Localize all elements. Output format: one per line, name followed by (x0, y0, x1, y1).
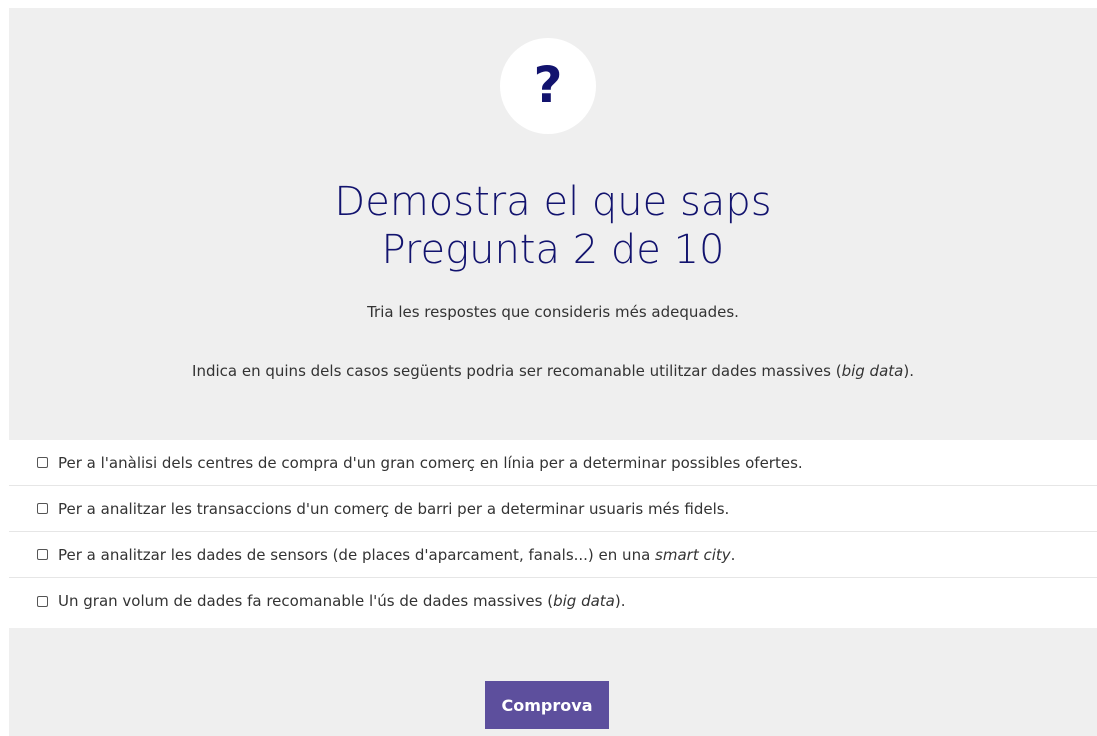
question-text-suffix: ). (903, 362, 914, 380)
answer-label-3: Per a analitzar les dades de sensors (de… (58, 546, 735, 564)
answer-label-1-text: Per a l'anàlisi dels centres de compra d… (58, 453, 803, 472)
answer-checkbox-3[interactable] (37, 549, 48, 560)
answer-label-3-text: Per a analitzar les dades de sensors (de… (58, 545, 656, 564)
instruction-text: Tria les respostes que consideris més ad… (367, 303, 739, 321)
answer-option-4[interactable]: Un gran volum de dades fa recomanable l'… (9, 578, 1097, 624)
answer-label-4-suffix: ). (614, 592, 626, 610)
answer-label-1: Per a l'anàlisi dels centres de compra d… (58, 454, 803, 472)
answer-options: Per a l'anàlisi dels centres de compra d… (9, 440, 1097, 628)
question-mark-glyph: ? (533, 56, 563, 114)
answer-option-3[interactable]: Per a analitzar les dades de sensors (de… (9, 532, 1097, 578)
title-line-1: Demostra el que saps (334, 179, 772, 225)
answer-label-4-italic: big data (553, 592, 615, 610)
question-text-italic: big data (841, 362, 904, 380)
quiz-card: ? Demostra el que saps Pregunta 2 de 10 … (9, 8, 1097, 736)
answer-option-1[interactable]: Per a l'anàlisi dels centres de compra d… (9, 440, 1097, 486)
answer-option-2[interactable]: Per a analitzar les transaccions d'un co… (9, 486, 1097, 532)
question-icon: ? (500, 38, 596, 134)
answer-checkbox-4[interactable] (37, 595, 48, 607)
answer-label-3-italic: smart city (655, 545, 731, 564)
answer-label-4-text: Un gran volum de dades fa recomanable l'… (58, 592, 554, 610)
page-title: Demostra el que saps Pregunta 2 de 10 (9, 178, 1097, 274)
quiz-header: ? Demostra el que saps Pregunta 2 de 10 … (9, 8, 1097, 440)
quiz-footer: Comprova (9, 628, 1097, 736)
check-answer-button[interactable]: Comprova (485, 681, 609, 729)
question-text: Indica en quins dels casos següents podr… (9, 361, 1097, 381)
title-line-2: Pregunta 2 de 10 (381, 227, 725, 273)
answer-label-2-text: Per a analitzar les transaccions d'un co… (58, 499, 730, 518)
answer-label-4: Un gran volum de dades fa recomanable l'… (58, 592, 625, 610)
answer-checkbox-2[interactable] (37, 503, 48, 514)
answer-label-3-suffix: . (730, 545, 736, 564)
question-text-prefix: Indica en quins dels casos següents podr… (192, 362, 842, 380)
answer-checkbox-1[interactable] (37, 457, 48, 468)
answer-label-2: Per a analitzar les transaccions d'un co… (58, 500, 729, 518)
